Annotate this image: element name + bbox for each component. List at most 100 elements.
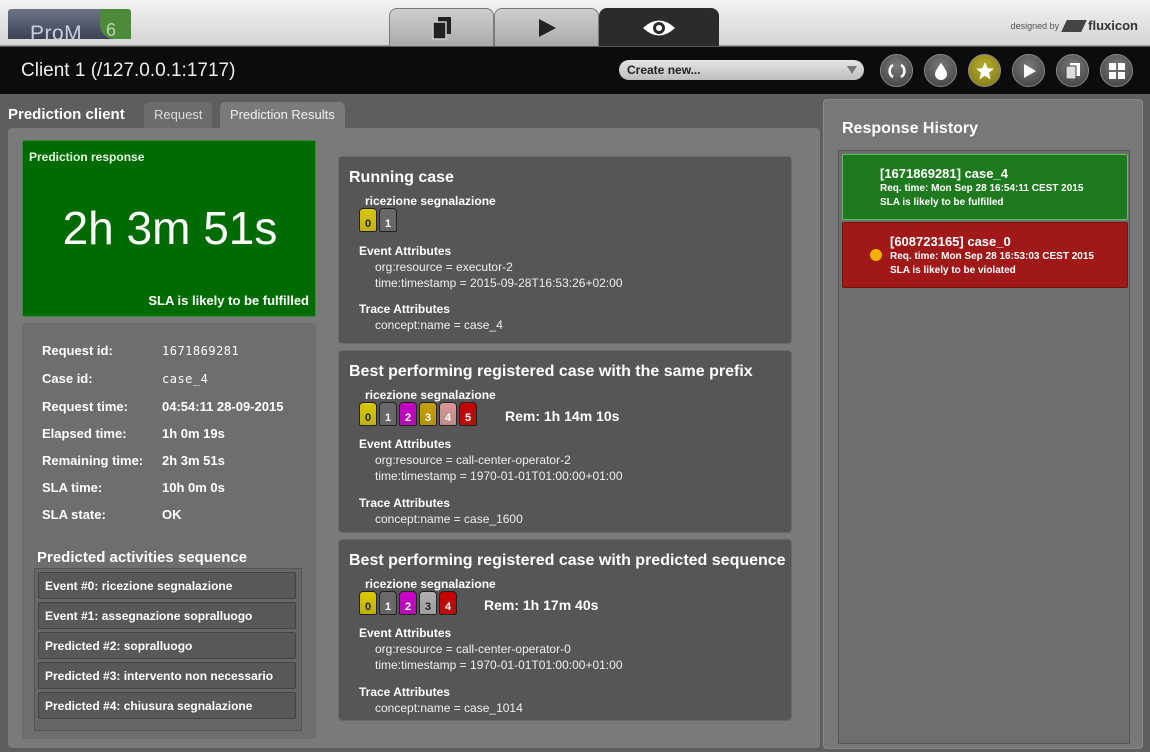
logo-text: ProM — [30, 22, 83, 45]
event-box: 0 — [359, 402, 377, 426]
chevron-down-icon — [847, 66, 857, 74]
list-item[interactable]: Predicted #4: chiusura segnalazione — [38, 692, 296, 719]
event-box: 0 — [359, 208, 377, 232]
list-item[interactable]: Event #1: assegnazione sopralluogo — [38, 602, 296, 629]
elapsed-time-value: 1h 0m 19s — [162, 426, 225, 441]
history-case-id: [608723165] case_0 — [890, 234, 1011, 249]
prediction-response-value: 2h 3m 51s — [62, 202, 278, 254]
remaining-time-value: 2h 3m 51s — [162, 453, 225, 468]
prediction-response-title: Prediction response — [29, 150, 145, 164]
event-attribute: time:timestamp = 2015-09-28T16:53:26+02:… — [375, 276, 623, 290]
case-id-label: Case id: — [42, 371, 93, 386]
copy-icon — [1065, 62, 1080, 79]
event-attribute: time:timestamp = 1970-01-01T01:00:00+01:… — [375, 469, 623, 483]
favorite-button[interactable] — [968, 54, 1001, 87]
title-bar: Client 1 (/127.0.0.1:1717) Create new... — [0, 47, 1150, 94]
event-attributes-label: Event Attributes — [359, 244, 452, 258]
main-area: Prediction client Request Prediction Res… — [0, 94, 1150, 752]
event-attribute: time:timestamp = 1970-01-01T01:00:00+01:… — [375, 658, 623, 672]
elapsed-time-label: Elapsed time: — [42, 426, 127, 441]
event-box: 2 — [399, 402, 417, 426]
grid-button[interactable] — [1100, 54, 1133, 87]
response-history-title: Response History — [842, 120, 979, 137]
view-tabs — [389, 8, 719, 46]
event-attribute: org:resource = call-center-operator-2 — [375, 453, 571, 467]
event-box: 1 — [379, 591, 397, 615]
tab-views[interactable] — [599, 8, 719, 46]
prediction-client-label: Prediction client — [8, 106, 125, 123]
create-new-label: Create new... — [627, 63, 701, 77]
client-title: Client 1 (/127.0.0.1:1717) — [21, 60, 236, 81]
history-sla-text: SLA is likely to be violated — [890, 265, 1016, 276]
case-id-value: case_4 — [162, 372, 209, 386]
request-id-value: 1671869281 — [162, 344, 240, 358]
create-new-select[interactable]: Create new... — [619, 60, 864, 80]
grid-icon — [1108, 62, 1125, 79]
event-box: 0 — [359, 591, 377, 615]
event-box: 5 — [459, 402, 477, 426]
fluxicon-logo-icon — [1061, 19, 1087, 32]
tab-workspace[interactable] — [389, 8, 494, 46]
refresh-icon — [887, 63, 906, 78]
trace-attributes-label: Trace Attributes — [359, 496, 450, 510]
event-box: 3 — [419, 591, 437, 615]
eye-icon — [643, 20, 675, 35]
prediction-results-panel: Prediction response 2h 3m 51s SLA is lik… — [8, 128, 820, 748]
event-box: 1 — [379, 208, 397, 232]
response-history-panel: Response History [1671869281] case_4 Req… — [823, 99, 1143, 749]
remaining-label: Rem: 1h 17m 40s — [484, 597, 599, 613]
tab-actions[interactable] — [494, 8, 599, 46]
best-predicted-sequence-card: Best performing registered case with pre… — [338, 539, 792, 721]
activity-label: ricezione segnalazione — [365, 577, 496, 591]
designed-brand: fluxicon — [1088, 18, 1138, 33]
trace-attribute: concept:name = case_1014 — [375, 701, 523, 715]
trace-attributes-label: Trace Attributes — [359, 685, 450, 699]
event-attributes-label: Event Attributes — [359, 626, 452, 640]
prom-logo: ProM 6 — [8, 9, 131, 45]
run-button[interactable] — [1012, 54, 1045, 87]
play-icon — [1023, 63, 1036, 78]
drop-icon — [934, 62, 947, 80]
refresh-button[interactable] — [880, 54, 913, 87]
trace-attribute: concept:name = case_1600 — [375, 512, 523, 526]
history-item-violated[interactable]: [608723165] case_0 Req. time: Mon Sep 28… — [842, 222, 1128, 288]
tab-request[interactable]: Request — [144, 102, 213, 128]
star-icon — [975, 61, 994, 79]
card-title: Running case — [349, 169, 454, 186]
history-item-fulfilled[interactable]: [1671869281] case_4 Req. time: Mon Sep 2… — [842, 154, 1128, 220]
sla-state-label: SLA state: — [42, 507, 106, 522]
sla-state-value: OK — [162, 507, 182, 522]
event-box: 1 — [379, 402, 397, 426]
history-case-id: [1671869281] case_4 — [880, 166, 1008, 181]
play-icon — [538, 18, 556, 37]
drop-button[interactable] — [924, 54, 957, 87]
running-case-card: Running case ricezione segnalazione 01 E… — [338, 156, 792, 344]
activity-label: ricezione segnalazione — [365, 388, 496, 402]
remaining-time-label: Remaining time: — [42, 453, 144, 468]
request-time-label: Request time: — [42, 399, 128, 414]
list-item[interactable]: Event #0: ricezione segnalazione — [38, 572, 296, 599]
event-attribute: org:resource = executor-2 — [375, 260, 513, 274]
event-attribute: org:resource = call-center-operator-0 — [375, 642, 571, 656]
request-info-box: Request id: 1671869281 Case id: case_4 R… — [22, 323, 316, 739]
activity-label: ricezione segnalazione — [365, 194, 496, 208]
prediction-response-box: Prediction response 2h 3m 51s SLA is lik… — [22, 140, 316, 317]
logo-version-badge: 6 — [100, 9, 131, 40]
event-attributes-label: Event Attributes — [359, 437, 452, 451]
history-request-time: Req. time: Mon Sep 28 16:53:03 CEST 2015 — [890, 251, 1094, 262]
tab-prediction-results[interactable]: Prediction Results — [220, 102, 345, 128]
request-time-value: 04:54:11 28-09-2015 — [162, 399, 284, 414]
list-item[interactable]: Predicted #3: intervento non necessario — [38, 662, 296, 689]
remaining-label: Rem: 1h 14m 10s — [505, 408, 620, 424]
designed-by-label: designed by — [1010, 20, 1060, 31]
event-boxes: 012345 — [359, 402, 479, 426]
warning-dot-icon — [870, 249, 882, 261]
copy-button[interactable] — [1056, 54, 1089, 87]
best-same-prefix-card: Best performing registered case with the… — [338, 350, 792, 533]
predicted-activities-list: Event #0: ricezione segnalazione Event #… — [34, 568, 302, 731]
card-title: Best performing registered case with pre… — [349, 552, 786, 569]
copy-icon — [431, 16, 451, 40]
list-item[interactable]: Predicted #2: sopralluogo — [38, 632, 296, 659]
trace-attributes-label: Trace Attributes — [359, 302, 450, 316]
request-id-label: Request id: — [42, 343, 113, 358]
